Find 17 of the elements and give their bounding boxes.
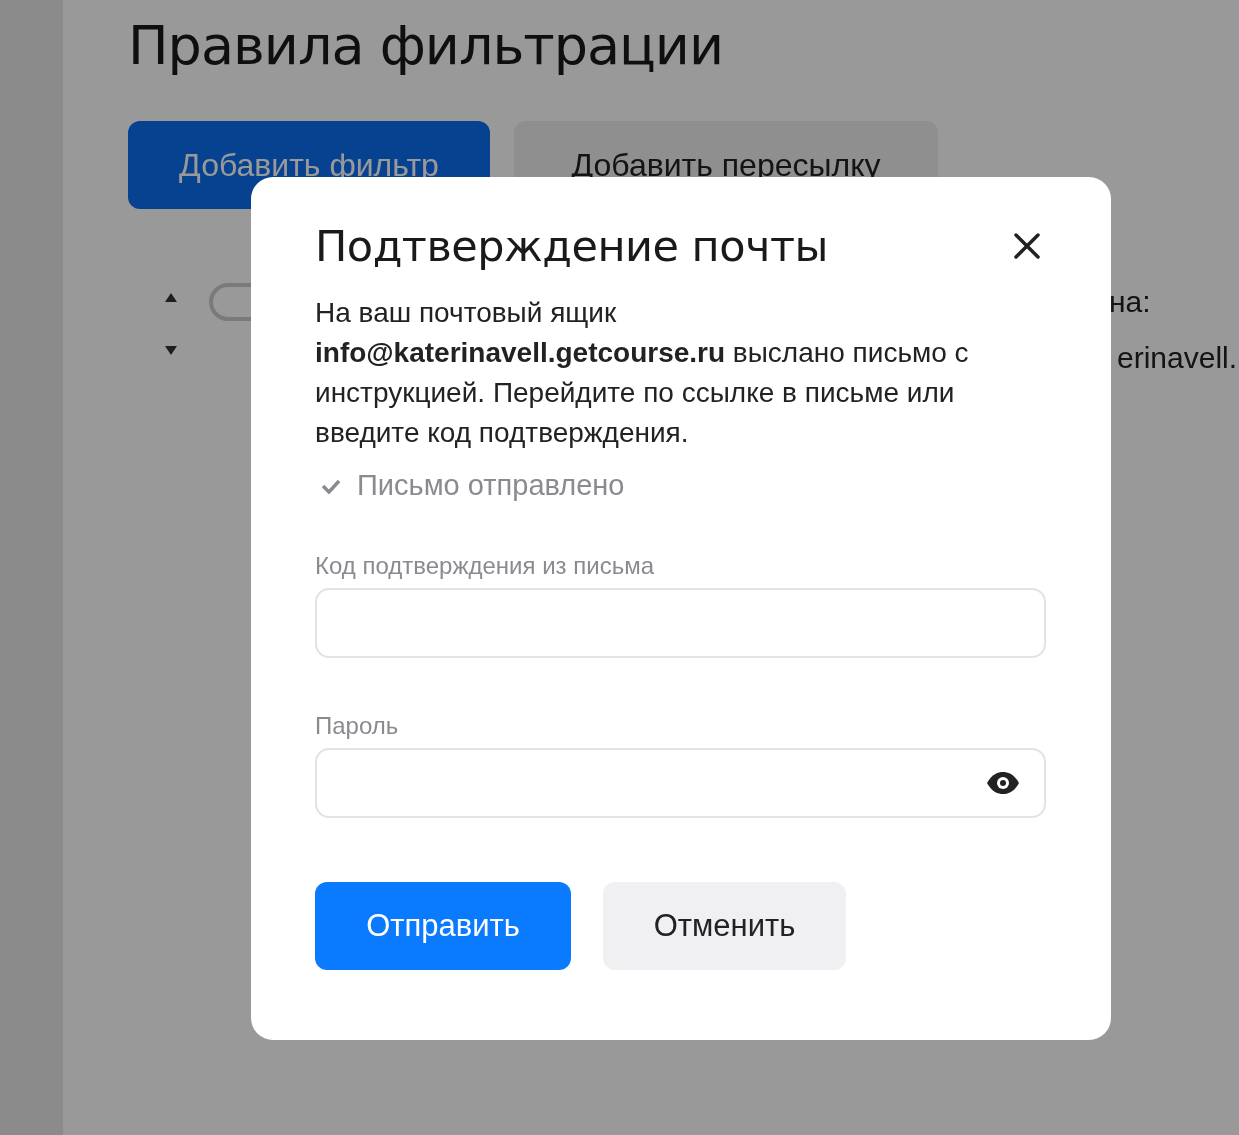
dialog-title: Подтверждение почты [315,221,828,271]
field-label: Код подтверждения из письма [315,552,656,580]
code-field[interactable] [315,588,1046,658]
password-field[interactable] [315,748,1046,818]
page-title: Правила фильтрации [128,14,725,77]
move-up-icon[interactable] [165,293,177,302]
eye-icon[interactable] [986,771,1020,795]
field-label: Пароль [315,712,400,740]
rule-text: erinavell. [1117,341,1238,375]
status-text: Письмо отправлено [357,469,625,502]
move-down-icon[interactable] [165,346,177,355]
rule-text: на: [1109,285,1152,319]
close-icon[interactable] [1013,232,1041,260]
check-icon [321,477,341,494]
dialog-message: На ваш почтовый ящик info@katerinavell.getcourse.ru выслано письмо с инструкцией. Перейдите по ссылке в письме или введите код подтверждения. [315,296,970,450]
cancel-button[interactable]: Отменить [603,882,846,970]
send-button[interactable]: Отправить [315,882,571,970]
